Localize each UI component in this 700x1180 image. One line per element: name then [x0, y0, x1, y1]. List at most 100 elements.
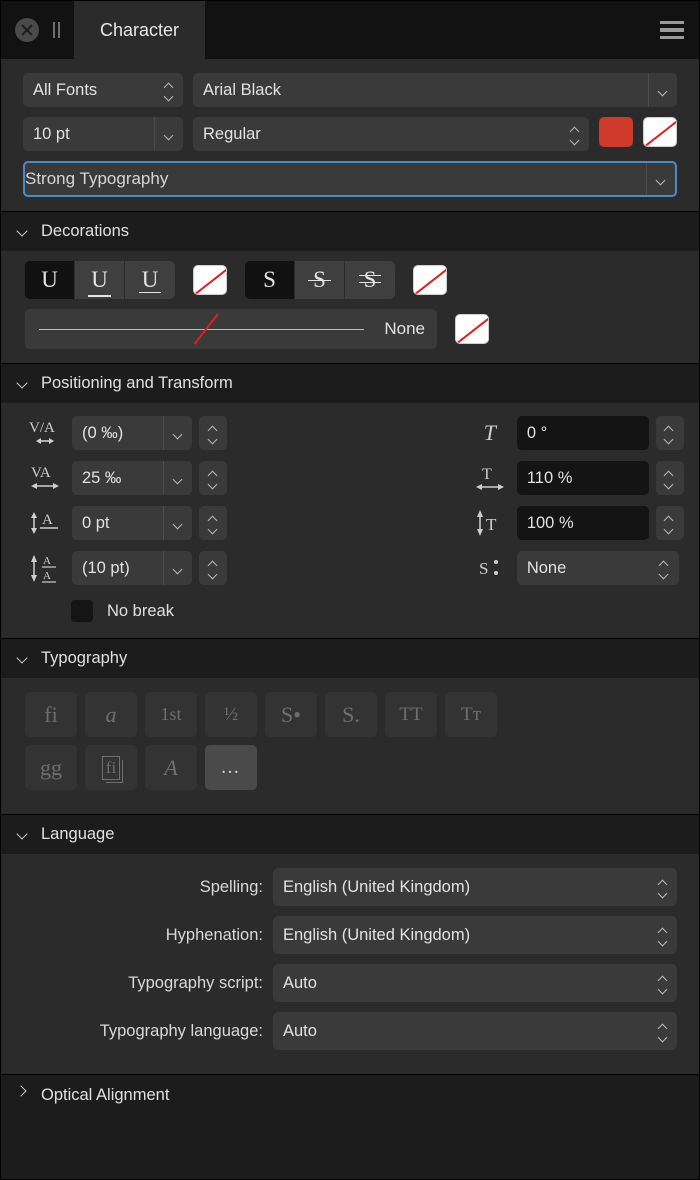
- font-style-select[interactable]: Regular: [193, 117, 589, 151]
- ligature-fi-glyph: fi: [44, 701, 58, 727]
- font-size-select[interactable]: 10 pt: [23, 117, 183, 151]
- strikethrough-double-button[interactable]: S: [345, 261, 395, 299]
- no-break-row[interactable]: No break: [1, 592, 699, 638]
- kerning-dropdown-button[interactable]: [164, 431, 192, 436]
- section-header-optical-alignment[interactable]: Optical Alignment: [1, 1074, 699, 1179]
- vertical-scale-row: T 100 %: [470, 505, 699, 541]
- alternate-glyphs-button[interactable]: gg: [25, 745, 77, 790]
- typography-language-select[interactable]: Auto: [273, 1012, 677, 1050]
- leading-override-dropdown-button[interactable]: [164, 566, 192, 571]
- ellipsis-glyph: …: [220, 756, 242, 778]
- svg-text:VA: VA: [31, 465, 51, 481]
- text-style-select[interactable]: Strong Typography: [23, 161, 677, 197]
- skew-field[interactable]: 0 °: [516, 416, 649, 450]
- section-header-positioning[interactable]: Positioning and Transform: [1, 363, 699, 403]
- kerning-stepper[interactable]: [199, 416, 227, 450]
- spelling-stepper[interactable]: [649, 880, 677, 895]
- baseline-shift-icon: A: [25, 505, 65, 541]
- hyphenation-select[interactable]: English (United Kingdom): [273, 916, 677, 954]
- position-value: None: [526, 558, 567, 577]
- small-caps-glyph: Tт: [461, 703, 481, 725]
- skew-stepper[interactable]: [655, 416, 684, 450]
- chevron-down-icon: [209, 436, 218, 441]
- strikethrough-single-button[interactable]: S: [295, 261, 345, 299]
- underline-single-button[interactable]: U: [75, 261, 125, 299]
- chevron-up-icon: [659, 976, 668, 981]
- leading-override-stepper[interactable]: [199, 551, 227, 585]
- tab-character-label: Character: [100, 19, 180, 40]
- typography-script-select[interactable]: Auto: [273, 964, 677, 1002]
- strikethrough-none-button[interactable]: S: [245, 261, 295, 299]
- font-family-dropdown-button[interactable]: [649, 88, 677, 93]
- line-style-select[interactable]: None: [25, 309, 437, 349]
- chevron-down-icon: [174, 431, 183, 436]
- font-class-value: All Fonts: [33, 80, 98, 99]
- discretionary-ligatures-button[interactable]: a: [85, 692, 137, 737]
- svg-text:A: A: [42, 512, 53, 528]
- chevron-expanded-icon: [17, 830, 27, 840]
- section-header-typography[interactable]: Typography: [1, 638, 699, 678]
- contextual-alternates-button[interactable]: fi: [85, 745, 137, 790]
- more-typography-button[interactable]: …: [205, 745, 257, 790]
- strikethrough-color-swatch[interactable]: [413, 265, 447, 295]
- svg-text:T: T: [486, 515, 497, 534]
- tracking-dropdown-button[interactable]: [164, 476, 192, 481]
- font-controls-block: All Fonts Arial Black 10 pt Regular Stro…: [1, 59, 699, 211]
- chevron-up-icon: [665, 471, 674, 476]
- section-title-typography: Typography: [41, 649, 128, 667]
- section-header-decorations[interactable]: Decorations: [1, 211, 699, 251]
- tracking-field[interactable]: 25 ‰: [72, 461, 192, 495]
- decoration-buttons-row: U U U S S S: [1, 251, 699, 299]
- position-stepper[interactable]: [651, 561, 679, 576]
- typography-language-stepper[interactable]: [649, 1024, 677, 1039]
- spelling-select[interactable]: English (United Kingdom): [273, 868, 677, 906]
- underline-color-swatch[interactable]: [193, 265, 227, 295]
- typography-language-label: Typography language:: [99, 1021, 263, 1040]
- underline-none-glyph: U: [41, 267, 58, 292]
- typography-script-stepper[interactable]: [649, 976, 677, 991]
- font-style-stepper[interactable]: [561, 127, 589, 142]
- stroke-color-swatch[interactable]: [643, 117, 677, 147]
- leading-override-field[interactable]: (10 pt): [72, 551, 192, 585]
- ordinal-1st-glyph: 1st: [160, 704, 182, 724]
- tab-character[interactable]: Character: [74, 1, 206, 59]
- section-title-decorations: Decorations: [41, 222, 130, 240]
- chevron-collapsed-icon: [17, 1086, 27, 1096]
- subscript-button[interactable]: S.: [325, 692, 377, 737]
- chevron-down-icon: [174, 476, 183, 481]
- line-style-color-swatch[interactable]: [455, 314, 489, 344]
- font-class-stepper[interactable]: [155, 83, 183, 98]
- all-caps-button[interactable]: TT: [385, 692, 437, 737]
- horizontal-scale-stepper[interactable]: [655, 461, 684, 495]
- kerning-field[interactable]: (0 ‰): [72, 416, 192, 450]
- baseline-shift-field[interactable]: 0 pt: [72, 506, 192, 540]
- hyphenation-stepper[interactable]: [649, 928, 677, 943]
- vertical-scale-stepper[interactable]: [655, 506, 684, 540]
- section-header-language[interactable]: Language: [1, 814, 699, 854]
- standard-ligatures-button[interactable]: fi: [25, 692, 77, 737]
- position-field[interactable]: None: [516, 551, 679, 585]
- no-break-checkbox[interactable]: [71, 600, 93, 622]
- superscript-button[interactable]: S•: [265, 692, 317, 737]
- font-family-select[interactable]: Arial Black: [193, 73, 677, 107]
- ordinals-button[interactable]: 1st: [145, 692, 197, 737]
- text-style-dropdown-button[interactable]: [647, 177, 675, 182]
- baseline-shift-stepper[interactable]: [199, 506, 227, 540]
- baseline-shift-dropdown-button[interactable]: [164, 521, 192, 526]
- tracking-stepper[interactable]: [199, 461, 227, 495]
- fractions-button[interactable]: ½: [205, 692, 257, 737]
- small-caps-button[interactable]: Tт: [445, 692, 497, 737]
- swash-button[interactable]: A: [145, 745, 197, 790]
- font-size-dropdown-button[interactable]: [155, 132, 183, 137]
- underline-double-button[interactable]: U: [125, 261, 175, 299]
- pause-grip-icon[interactable]: [53, 22, 60, 38]
- underline-none-button[interactable]: U: [25, 261, 75, 299]
- italic-a-glyph: a: [105, 701, 117, 727]
- vertical-scale-field[interactable]: 100 %: [516, 506, 649, 540]
- fill-color-swatch[interactable]: [599, 117, 633, 147]
- font-class-select[interactable]: All Fonts: [23, 73, 183, 107]
- hamburger-menu-icon[interactable]: [645, 1, 699, 59]
- horizontal-scale-field[interactable]: 110 %: [516, 461, 649, 495]
- positioning-left-column: V/A (0 ‰) VA 25 ‰ A 0 pt A A (10 pt): [1, 415, 350, 586]
- close-circle-icon[interactable]: [15, 18, 39, 42]
